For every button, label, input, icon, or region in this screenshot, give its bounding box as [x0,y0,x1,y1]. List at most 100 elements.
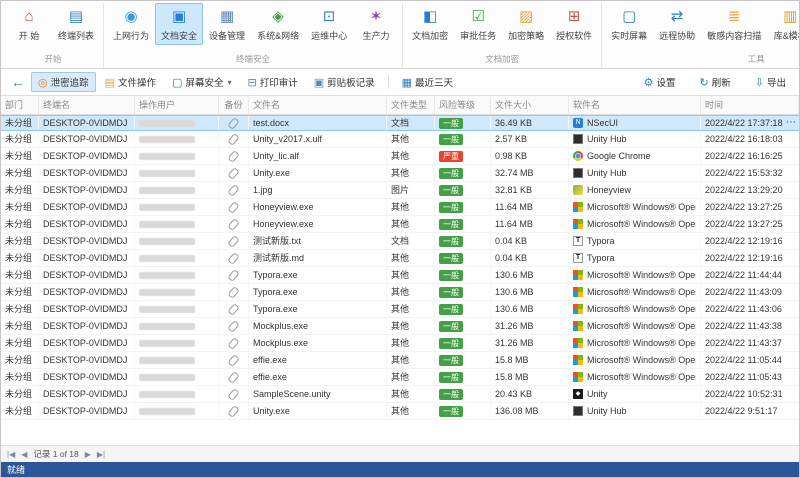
type-cell: 其他 [387,267,435,283]
records-table: 部门 终端名 操作用户 备份 文件名 文件类型 风险等级 文件大小 软件名 时间 未分组 DESKT… [1,96,799,445]
time-cell: 2022/4/22 11:43:37 [705,337,782,348]
redacted-username [139,356,195,364]
column-header-user[interactable]: 操作用户 [135,96,219,114]
record-count-label: 记录 1 of 18 [33,449,79,459]
ribbon-item-internet-behavior[interactable]: ◉ 上网行为 [107,3,155,45]
toolbar-item-clipboard-records[interactable]: ▣ 剪贴板记录 [307,72,382,92]
table-row[interactable]: 未分组DESKTOP-0VIDMDJ 测试新版.md其他一般 0.04 KB Typo… [1,250,799,267]
prev-page-button[interactable]: ◀ [21,450,27,459]
ribbon-item-terminal-list[interactable]: ▤ 终端列表 [52,3,100,45]
column-header-dept[interactable]: 部门 [1,96,39,114]
toolbar-item-refresh[interactable]: ↻ 刷新 [693,72,738,92]
table-row[interactable]: 未分组 DESKTOP-0VIDMDJ Mockplus.exe 其他 一般 31.26 … [1,335,799,352]
column-header-app[interactable]: 软件名 [569,96,701,114]
table-row[interactable]: 未分组 DESKTOP-0VIDMDJ effie.exe 其他 一般 15.8 MB Mi… [1,352,799,369]
table-row[interactable]: 未分组 DESKTOP-0VIDMDJ effie.exe 其他 一般 15.8 MB Mi… [1,369,799,386]
column-header-type[interactable]: 文件类型 [387,96,435,114]
type-cell: 其他 [387,369,435,385]
redacted-username [139,390,195,398]
column-header-terminal[interactable]: 终端名 [39,96,135,114]
table-row[interactable]: 未分组 DESKTOP-0VIDMDJ Unity.exe 其他 一般 136.08 MB… [1,403,799,420]
ribbon-item-doc-encryption[interactable]: ◧ 文档加密 [406,3,454,45]
risk-cell: 一般 [435,131,491,147]
paperclip-icon [227,370,240,384]
risk-badge: 一般 [439,218,463,230]
ribbon-item-document-security[interactable]: ▣ 文档安全 [155,3,204,45]
app-cell: Unity [569,386,701,402]
size-cell: 0.98 KB [491,148,569,164]
table-row[interactable]: 未分组 DESKTOP-0VIDMDJ test.docx 文档 一般 36.49 KB N… [1,115,799,131]
table-row[interactable]: 未分组 DESKTOP-0VIDMDJ SampleScene.unity 其他 一般 2… [1,386,799,403]
table-row[interactable]: 未分组 DESKTOP-0VIDMDJ Honeyview.exe 其他 一般 11.64… [1,216,799,233]
file-cell: Unity.exe [249,403,387,419]
ribbon-item-sensitive-scan[interactable]: ≣ 敏感内容扫描 [701,3,767,45]
recent-3-days-icon: ▦ [401,76,413,89]
ribbon-item-approval-tasks[interactable]: ☑ 审批任务 [454,3,502,45]
size-cell: 2.57 KB [491,131,569,147]
table-row[interactable]: 未分组 DESKTOP-0VIDMDJ 1.jpg 图片 一般 32.81 KB Honey… [1,182,799,199]
file-operations-icon: ▤ [104,76,116,89]
table-row[interactable]: 未分组 DESKTOP-0VIDMDJ Unity_v2017.x.ulf 其他 一般 2… [1,131,799,148]
next-page-button[interactable]: ▶ [85,450,91,459]
type-cell: 其他 [387,318,435,334]
column-header-time[interactable]: 时间 [701,96,799,114]
windows-app-icon [573,372,583,382]
toolbar-item-recent-3-days[interactable]: ▦ 最近三天 [395,72,460,92]
ribbon-item-productivity[interactable]: ✶ 生产力 [353,3,399,45]
attachment-cell [219,386,249,402]
dept-cell: 未分组 [1,148,39,164]
table-row[interactable]: 未分组 DESKTOP-0VIDMDJ Typora.exe 其他 一般 130.6 MB… [1,284,799,301]
terminal-cell: DESKTOP-0VIDMDJ [39,216,135,232]
column-header-file[interactable]: 文件名 [249,96,387,114]
redacted-username [139,203,195,211]
paperclip-icon [227,200,240,214]
column-header-attach[interactable]: 备份 [219,96,249,114]
last-page-button[interactable]: ▶| [97,450,105,459]
ribbon-item-library-templates[interactable]: ▥ 库&模板 [767,3,799,45]
dept-cell: 未分组 [1,403,39,419]
ribbon-item-encryption-policy[interactable]: ▨ 加密策略 [502,3,550,45]
toolbar-item-settings[interactable]: ⚙ 设置 [637,72,683,92]
paperclip-icon [227,319,240,333]
table-row[interactable]: 未分组 DESKTOP-0VIDMDJ Honeyview.exe 其他 一般 11.64… [1,199,799,216]
back-button[interactable]: ← [7,74,29,90]
ribbon-item-authorized-software[interactable]: ⊞ 授权软件 [550,3,598,45]
more-icon[interactable]: ⋯ [786,116,796,130]
first-page-button[interactable]: |◀ [7,450,15,459]
table-row[interactable]: 未分组 DESKTOP-0VIDMDJ Typora.exe 其他 一般 130.6 MB… [1,267,799,284]
time-cell: 2022/4/22 11:05:44 [705,354,782,365]
ribbon-item-ops-center[interactable]: ⊡ 运维中心 [305,3,353,45]
toolbar-item-export[interactable]: ⇩ 导出 [748,72,793,92]
ribbon-item-remote-assist[interactable]: ⇄ 远程协助 [653,3,701,45]
table-row[interactable]: 未分组DESKTOP-0VIDMDJ 测试新版.txt文档一般 0.04 KB Typ… [1,233,799,250]
toolbar-item-file-operations[interactable]: ▤ 文件操作 [98,72,163,92]
toolbar-item-leak-trace[interactable]: ◎ 泄密追踪 [31,72,96,92]
column-header-size[interactable]: 文件大小 [491,96,569,114]
ribbon-group-label: 文档加密 [485,54,520,64]
risk-badge: 一般 [439,235,463,247]
ribbon-item-start[interactable]: ⌂ 开 始 [6,3,52,45]
ribbon-item-device-management[interactable]: ▦ 设备管理 [203,3,251,45]
redacted-username [139,152,195,160]
attachment-cell [219,165,249,181]
toolbar-item-screen-security[interactable]: ▢ 屏幕安全 ▾ [165,72,238,92]
column-header-risk[interactable]: 风险等级 [435,96,491,114]
file-cell: Typora.exe [249,267,387,283]
time-cell: 2022/4/22 16:18:03 [705,133,783,144]
ribbon-item-label: 远程协助 [659,31,696,41]
table-row[interactable]: 未分组 DESKTOP-0VIDMDJ Unity.exe 其他 一般 32.74 MB U… [1,165,799,182]
app-cell: Microsoft® Windows® Oper... [569,284,701,300]
attachment-cell [219,233,249,249]
dept-cell: 未分组 [1,318,39,334]
file-cell: Mockplus.exe [249,318,387,334]
redacted-username [139,407,195,415]
unityhub-app-icon [573,406,583,416]
toolbar-item-print-audit[interactable]: ⊟ 打印审计 [240,72,304,92]
table-row[interactable]: 未分组 DESKTOP-0VIDMDJ Unity_lic.alf 其他 严重 0.98 … [1,148,799,165]
ribbon-item-realtime-screen[interactable]: ▢ 实时屏幕 [605,3,653,45]
file-cell: 1.jpg [249,182,387,198]
ribbon-item-system-network[interactable]: ◈ 系统&网络 [251,3,305,45]
toolbar-item-label: 屏幕安全 [185,78,224,89]
table-row[interactable]: 未分组 DESKTOP-0VIDMDJ Typora.exe 其他 一般 130.6 MB… [1,301,799,318]
table-row[interactable]: 未分组 DESKTOP-0VIDMDJ Mockplus.exe 其他 一般 31.26 … [1,318,799,335]
